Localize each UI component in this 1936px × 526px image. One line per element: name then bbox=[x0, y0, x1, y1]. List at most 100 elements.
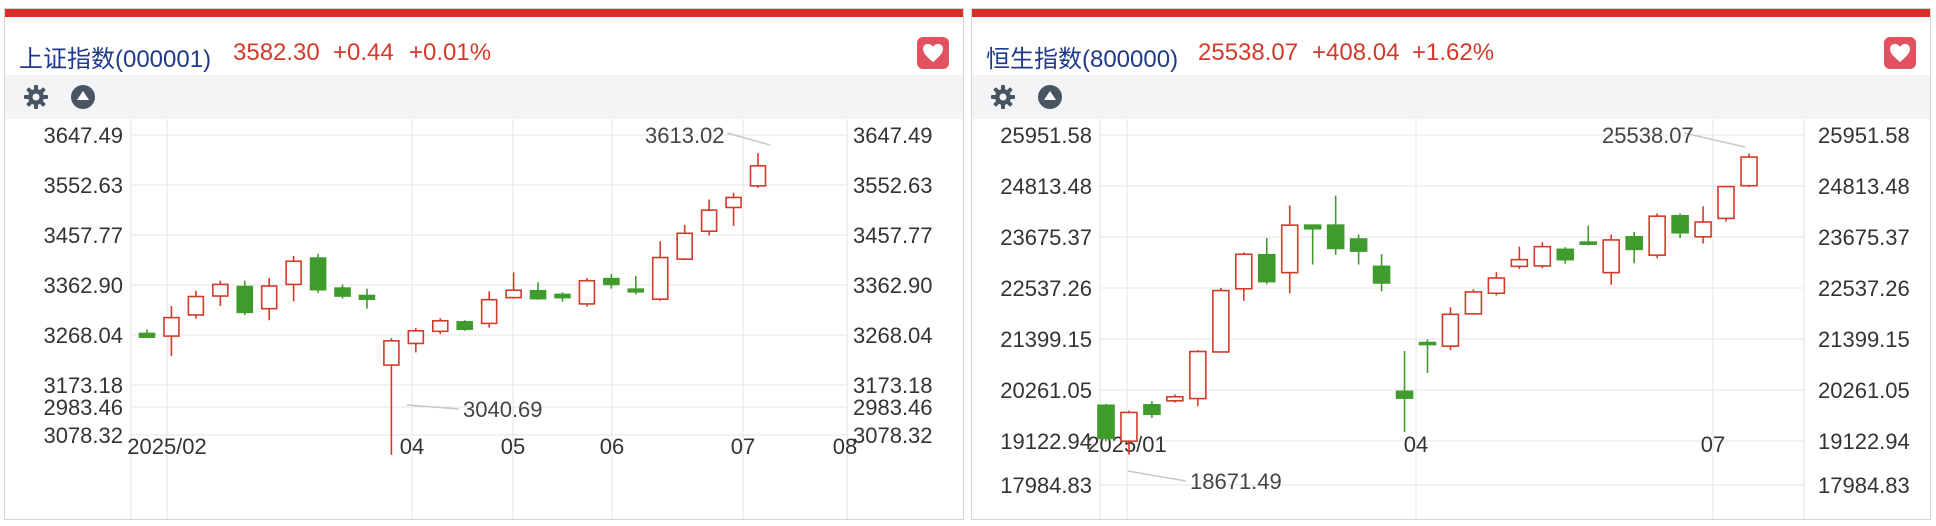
x-tick-label: 04 bbox=[1404, 432, 1428, 457]
candle bbox=[187, 290, 205, 319]
settings-button[interactable] bbox=[989, 83, 1017, 111]
candle-body bbox=[236, 285, 254, 314]
low-annotation: 18671.49 bbox=[1190, 469, 1282, 494]
y-tick-label-left: 3457.77 bbox=[43, 223, 123, 248]
y-axis-left: 3647.493552.633457.773362.903268.043173.… bbox=[43, 123, 123, 448]
collapse-button[interactable] bbox=[69, 83, 97, 111]
candle bbox=[236, 280, 254, 315]
y-tick-label-right: 17984.83 bbox=[1818, 473, 1910, 498]
candle-body bbox=[1602, 239, 1621, 274]
index-title[interactable]: 上证指数(000001) bbox=[19, 39, 211, 74]
candle-body bbox=[260, 285, 278, 310]
y-tick-label-right: 22537.26 bbox=[1818, 276, 1910, 301]
candle bbox=[725, 192, 742, 226]
candle bbox=[1579, 225, 1598, 246]
high-annotation: 3613.02 bbox=[645, 123, 725, 148]
candle-body bbox=[431, 319, 449, 333]
candle-body bbox=[138, 332, 156, 338]
favorite-button[interactable] bbox=[917, 37, 949, 69]
candle bbox=[1441, 307, 1460, 351]
candle bbox=[1097, 403, 1115, 442]
candle-body bbox=[1671, 214, 1689, 234]
candle bbox=[309, 253, 327, 293]
index-change: +0.44 bbox=[333, 39, 394, 66]
candle-body bbox=[407, 330, 425, 345]
candle-body bbox=[1303, 224, 1322, 230]
index-price: 25538.07 bbox=[1198, 39, 1299, 66]
x-tick-label: 05 bbox=[501, 434, 525, 459]
candle-body bbox=[358, 294, 376, 300]
candle bbox=[1487, 272, 1506, 296]
candle-body bbox=[480, 298, 498, 325]
candle-body bbox=[334, 287, 351, 297]
candle-body bbox=[212, 283, 229, 297]
candle-body bbox=[676, 232, 693, 260]
shanghai-index-panel: 上证指数(000001) 3582.30 +0.44 +0.01% 3647.4… bbox=[4, 8, 964, 520]
candle-body bbox=[749, 165, 767, 187]
x-tick-label: 06 bbox=[600, 434, 624, 459]
index-change: +408.04 bbox=[1312, 39, 1400, 66]
candle-body bbox=[163, 316, 180, 337]
candle-body bbox=[1625, 235, 1643, 251]
quote-header: 恒生指数(800000) 25538.07 +408.04 +1.62% bbox=[972, 17, 1930, 75]
gridlines-horizontal bbox=[131, 134, 847, 436]
candle-body bbox=[456, 321, 474, 331]
index-change-percent: +1.62% bbox=[1412, 39, 1495, 66]
y-tick-label-right: 3552.63 bbox=[853, 173, 933, 198]
candle-body bbox=[505, 289, 522, 299]
candle-body bbox=[1120, 411, 1138, 442]
collapse-button[interactable] bbox=[1036, 83, 1064, 111]
candle bbox=[578, 278, 596, 307]
candle-body bbox=[1556, 248, 1575, 261]
candle-body bbox=[1349, 238, 1368, 252]
heart-icon bbox=[923, 43, 943, 63]
y-tick-label-right: 19122.94 bbox=[1818, 429, 1910, 454]
high-annotation: 25538.07 bbox=[1602, 123, 1694, 148]
y-tick-label-right: 3647.49 bbox=[853, 123, 933, 148]
candle-body bbox=[1740, 156, 1758, 187]
candle bbox=[1671, 213, 1689, 239]
y-axis-right: 3647.493552.633457.773362.903268.043173.… bbox=[853, 123, 933, 448]
collapse-up-icon bbox=[71, 85, 95, 109]
candle-body bbox=[1326, 224, 1345, 250]
candle bbox=[1464, 289, 1483, 315]
y-tick-label-right: 21399.15 bbox=[1818, 327, 1910, 352]
settings-button[interactable] bbox=[22, 83, 50, 111]
chart-toolbar bbox=[972, 75, 1930, 119]
candle bbox=[1694, 206, 1712, 244]
candle-body bbox=[1189, 350, 1207, 400]
candle bbox=[407, 328, 425, 353]
y-tick-label-right: 3362.90 bbox=[853, 273, 933, 298]
favorite-button[interactable] bbox=[1884, 37, 1916, 69]
heart-icon bbox=[1890, 43, 1910, 63]
x-tick-label: 07 bbox=[1701, 432, 1725, 457]
y-tick-label-right: 3078.32 bbox=[853, 423, 933, 448]
candle bbox=[358, 288, 376, 309]
low-annotation-leader bbox=[1127, 470, 1187, 482]
candle bbox=[334, 284, 351, 299]
low-annotation: 3040.69 bbox=[463, 397, 543, 422]
candle bbox=[138, 329, 156, 339]
quote-header: 上证指数(000001) 3582.30 +0.44 +0.01% bbox=[5, 17, 963, 75]
x-tick-label: 2025/02 bbox=[127, 434, 207, 459]
candlestick-chart: 3647.493552.633457.773362.903268.043173.… bbox=[43, 119, 933, 519]
candle bbox=[480, 291, 498, 328]
candles bbox=[1097, 153, 1758, 455]
candle-body bbox=[383, 340, 400, 366]
accent-bar bbox=[972, 9, 1930, 17]
candle bbox=[1189, 350, 1207, 407]
y-tick-label-right: 25951.58 bbox=[1818, 123, 1910, 148]
candle-body bbox=[285, 260, 302, 286]
candle-body bbox=[1487, 277, 1506, 295]
y-tick-label-left: 22537.26 bbox=[1000, 276, 1092, 301]
candle-body bbox=[187, 295, 205, 316]
candle-body bbox=[627, 288, 645, 293]
candle bbox=[1143, 401, 1161, 418]
candle-body bbox=[1097, 404, 1115, 440]
candle-body bbox=[1257, 253, 1276, 283]
index-title[interactable]: 恒生指数(800000) bbox=[986, 39, 1178, 74]
candle bbox=[1234, 252, 1253, 301]
candle bbox=[285, 255, 302, 302]
candle-body bbox=[1441, 313, 1460, 347]
candle bbox=[676, 224, 693, 261]
